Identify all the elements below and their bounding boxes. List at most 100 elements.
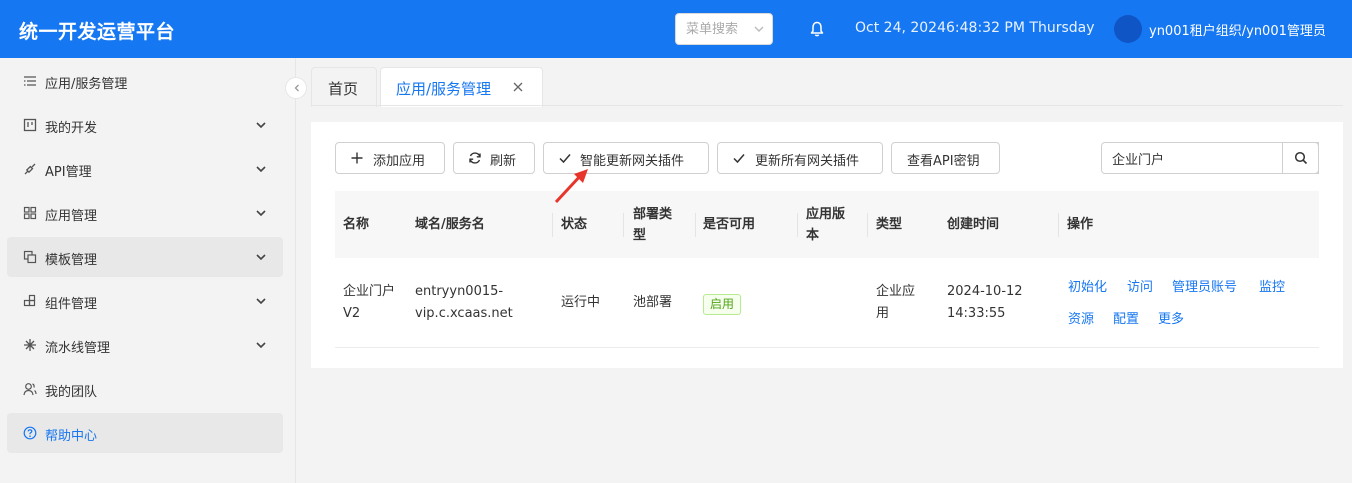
tab-bar: 首页 应用/服务管理 [296,58,1352,107]
sidebar-item-app-mgmt[interactable]: 应用管理 [7,193,283,233]
refresh-label: 刷新 [490,154,517,169]
cell-created-line1: 2024-10-12 [947,284,1023,299]
cell-name: 企业门户 V2 [343,281,395,325]
op-visit-link[interactable]: 访问 [1127,276,1153,295]
bell-icon[interactable] [808,20,826,38]
tab-home[interactable]: 首页 [311,67,377,107]
tab-label: 首页 [328,80,359,98]
tab-label: 应用/服务管理 [396,80,492,98]
sidebar-item-team[interactable]: 我的团队 [7,369,283,409]
col-available: 是否可用 [703,217,756,232]
menu-search-select[interactable] [675,13,773,45]
table-row: 企业门户 V2 entryyn0015- vip.c.xcaas.net 运行中 池… [335,259,1319,348]
col-deploy-type-line1: 部署类 [633,207,673,222]
op-config-link[interactable]: 配置 [1113,308,1139,327]
sidebar-item-help[interactable]: 帮助中心 [7,413,283,453]
chevron-down-icon [256,254,266,261]
sidebar-item-app-service[interactable]: 应用/服务管理 [7,61,283,101]
update-all-gateway-plugins-button[interactable]: 更新所有网关插件 [717,142,883,174]
datetime-display: Oct 24, 20246:48:32 PM Thursday [855,20,1095,36]
plus-icon [351,152,363,164]
col-version-line1: 应用版 [806,207,846,222]
table-header: 名称 域名/服务名 状态 部署类型 是否可用 应用版本 类型 创建时间 操作 [335,191,1319,258]
sidebar-item-template[interactable]: 模板管理 [7,237,283,277]
chevron-down-icon [256,122,266,129]
op-admin-account-link[interactable]: 管理员账号 [1172,276,1237,295]
cell-type-line2: 用 [876,306,890,321]
op-more-link[interactable]: 更多 [1158,308,1184,327]
menu-search-input[interactable] [686,14,756,44]
sidebar-item-api[interactable]: API管理 [7,149,283,189]
col-created: 创建时间 [947,217,1000,232]
add-app-button[interactable]: 添加应用 [335,142,445,174]
refresh-button[interactable]: 刷新 [453,142,535,174]
col-deploy-type: 部署类型 [633,204,672,246]
refresh-icon [469,152,481,164]
search-button[interactable] [1282,142,1319,174]
cell-domain: entryyn0015- vip.c.xcaas.net [415,281,513,325]
column-divider [1058,213,1059,237]
op-resource-link[interactable]: 资源 [1068,308,1094,327]
sidebar-item-label: 我的开发 [45,121,98,136]
annotation-arrow-icon [554,169,588,204]
cell-domain-line2: vip.c.xcaas.net [415,306,513,321]
cell-deploy: 池部署 [633,295,673,310]
sidebar-item-label: 应用管理 [45,209,98,224]
col-name: 名称 [343,217,370,232]
component-icon [23,294,36,307]
col-domain: 域名/服务名 [415,217,485,232]
tab-app-service[interactable]: 应用/服务管理 [380,67,543,107]
help-icon [23,426,37,440]
sidebar-item-component[interactable]: 组件管理 [7,281,283,321]
cell-domain-line1: entryyn0015- [415,284,504,299]
brand-title: 统一开发运营平台 [19,21,176,43]
sidebar-item-label: 我的团队 [45,385,98,400]
chevron-down-icon [256,342,266,349]
pipeline-icon [24,339,36,351]
content-card: 添加应用 刷新 智能更新网关插件 更新所有网关插件 查看API密钥 名称 域名/… [311,122,1343,368]
column-divider [695,213,696,237]
close-icon[interactable] [512,81,524,93]
sidebar-item-label: 组件管理 [45,297,98,312]
col-deploy-type-line2: 型 [633,228,647,243]
column-divider [552,213,553,237]
cell-status: 运行中 [561,295,601,310]
avatar[interactable] [1114,15,1142,43]
add-app-label: 添加应用 [373,154,426,169]
sidebar-item-pipeline[interactable]: 流水线管理 [7,325,283,365]
cell-name-line2: V2 [343,306,361,321]
cell-name-line1: 企业门户 [343,284,396,299]
chevron-down-icon [256,298,266,305]
top-header: 统一开发运营平台 Oct 24, 20246:48:32 PM Thursday… [0,0,1352,58]
copy-icon [23,250,37,264]
user-org-name[interactable]: yn001租户组织/yn001管理员 [1149,20,1326,39]
smart-update-label: 智能更新网关插件 [580,154,685,169]
column-divider [623,213,624,237]
tab-divider [311,105,1343,106]
sidebar-item-label: 应用/服务管理 [45,77,128,92]
col-status: 状态 [561,217,588,232]
sidebar-item-label: 流水线管理 [45,341,111,356]
check-icon [559,154,571,164]
view-api-key-button[interactable]: 查看API密钥 [891,142,1000,174]
op-monitor-link[interactable]: 监控 [1259,276,1285,295]
sidebar-item-my-dev[interactable]: 我的开发 [7,105,283,145]
board-icon [23,118,37,132]
cell-created: 2024-10-12 14:33:55 [947,281,1023,325]
team-icon [23,383,37,396]
op-init-link[interactable]: 初始化 [1068,276,1107,295]
status-badge: 启用 [703,294,742,315]
view-api-key-label: 查看API密钥 [907,154,980,169]
cell-type-line1: 企业应 [876,284,916,299]
update-all-label: 更新所有网关插件 [755,154,860,169]
chevron-down-icon [256,166,266,173]
col-ops: 操作 [1067,217,1094,232]
check-icon [733,154,745,164]
search-input[interactable] [1112,143,1262,173]
cell-created-line2: 14:33:55 [947,306,1006,321]
column-divider [797,213,798,237]
col-version: 应用版本 [806,204,845,246]
col-type: 类型 [876,217,903,232]
sidebar-item-label: 模板管理 [45,253,98,268]
cell-type: 企业应用 [876,281,915,325]
